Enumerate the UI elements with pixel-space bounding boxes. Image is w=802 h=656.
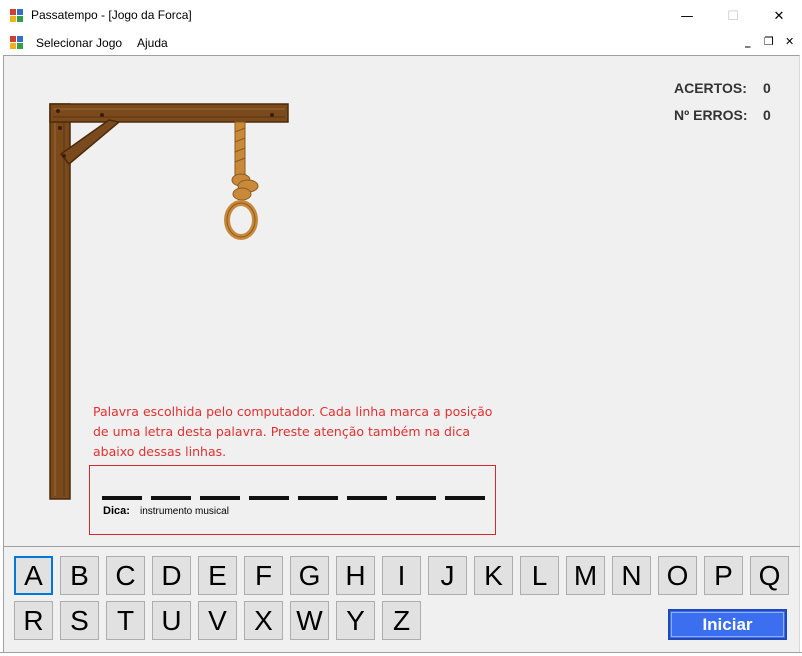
errors-label: Nº ERROS: — [674, 107, 748, 123]
key-h[interactable]: H — [336, 556, 375, 595]
window-bottom-edge — [0, 652, 802, 656]
key-z[interactable]: Z — [382, 601, 421, 640]
key-r[interactable]: R — [14, 601, 53, 640]
word-panel: Dica: instrumento musical — [89, 465, 496, 535]
mdi-minimize-button[interactable]: _ — [745, 35, 751, 48]
mdi-close-button[interactable]: ✕ — [785, 35, 794, 48]
minimize-icon: — — [680, 8, 694, 24]
key-k[interactable]: K — [474, 556, 513, 595]
key-o[interactable]: O — [658, 556, 697, 595]
hint-value: instrumento musical — [140, 506, 229, 517]
hint-label: Dica: — [103, 505, 130, 517]
close-button[interactable]: ✕ — [756, 0, 802, 32]
start-button[interactable]: Iniciar — [668, 609, 787, 640]
key-c[interactable]: C — [106, 556, 145, 595]
mdi-child-icon[interactable] — [10, 36, 24, 50]
hits-label: ACERTOS: — [674, 80, 747, 96]
key-e[interactable]: E — [198, 556, 237, 595]
key-j[interactable]: J — [428, 556, 467, 595]
menu-help[interactable]: Ajuda — [137, 36, 168, 50]
letter-slot — [396, 496, 436, 500]
letter-slot — [445, 496, 485, 500]
menu-bar: Selecionar Jogo Ajuda _ ❐ ✕ — [0, 32, 802, 54]
key-x[interactable]: X — [244, 601, 283, 640]
letter-slot — [151, 496, 191, 500]
instructions-text: Palavra escolhida pelo computador. Cada … — [93, 402, 513, 462]
key-l[interactable]: L — [520, 556, 559, 595]
key-s[interactable]: S — [60, 601, 99, 640]
letter-slot — [298, 496, 338, 500]
key-p[interactable]: P — [704, 556, 743, 595]
instructions-line: abaixo dessas linhas. — [93, 444, 227, 459]
key-y[interactable]: Y — [336, 601, 375, 640]
key-m[interactable]: M — [566, 556, 605, 595]
title-bar: Passatempo - [Jogo da Forca] — ☐ ✕ — [0, 0, 802, 32]
keyboard-separator — [4, 546, 800, 547]
letter-slot — [102, 496, 142, 500]
key-u[interactable]: U — [152, 601, 191, 640]
key-t[interactable]: T — [106, 601, 145, 640]
key-w[interactable]: W — [290, 601, 329, 640]
key-i[interactable]: I — [382, 556, 421, 595]
key-f[interactable]: F — [244, 556, 283, 595]
mdi-restore-button[interactable]: ❐ — [764, 35, 774, 48]
key-g[interactable]: G — [290, 556, 329, 595]
window-title: Passatempo - [Jogo da Forca] — [31, 8, 192, 22]
hits-value: 0 — [763, 80, 771, 96]
key-v[interactable]: V — [198, 601, 237, 640]
errors-value: 0 — [763, 107, 771, 123]
instructions-line: de uma letra desta palavra. Preste atenç… — [93, 424, 470, 439]
app-grid-icon[interactable] — [10, 9, 24, 23]
menu-select-game[interactable]: Selecionar Jogo — [36, 36, 122, 50]
letter-slot — [249, 496, 289, 500]
instructions-line: Palavra escolhida pelo computador. Cada … — [93, 404, 493, 419]
maximize-button: ☐ — [710, 0, 756, 32]
close-icon: ✕ — [773, 8, 785, 24]
letter-slot — [200, 496, 240, 500]
key-n[interactable]: N — [612, 556, 651, 595]
key-d[interactable]: D — [152, 556, 191, 595]
key-a[interactable]: A — [14, 556, 53, 595]
key-q[interactable]: Q — [750, 556, 789, 595]
letter-slot — [347, 496, 387, 500]
key-b[interactable]: B — [60, 556, 99, 595]
minimize-button[interactable]: — — [664, 0, 710, 32]
maximize-icon: ☐ — [727, 8, 739, 24]
